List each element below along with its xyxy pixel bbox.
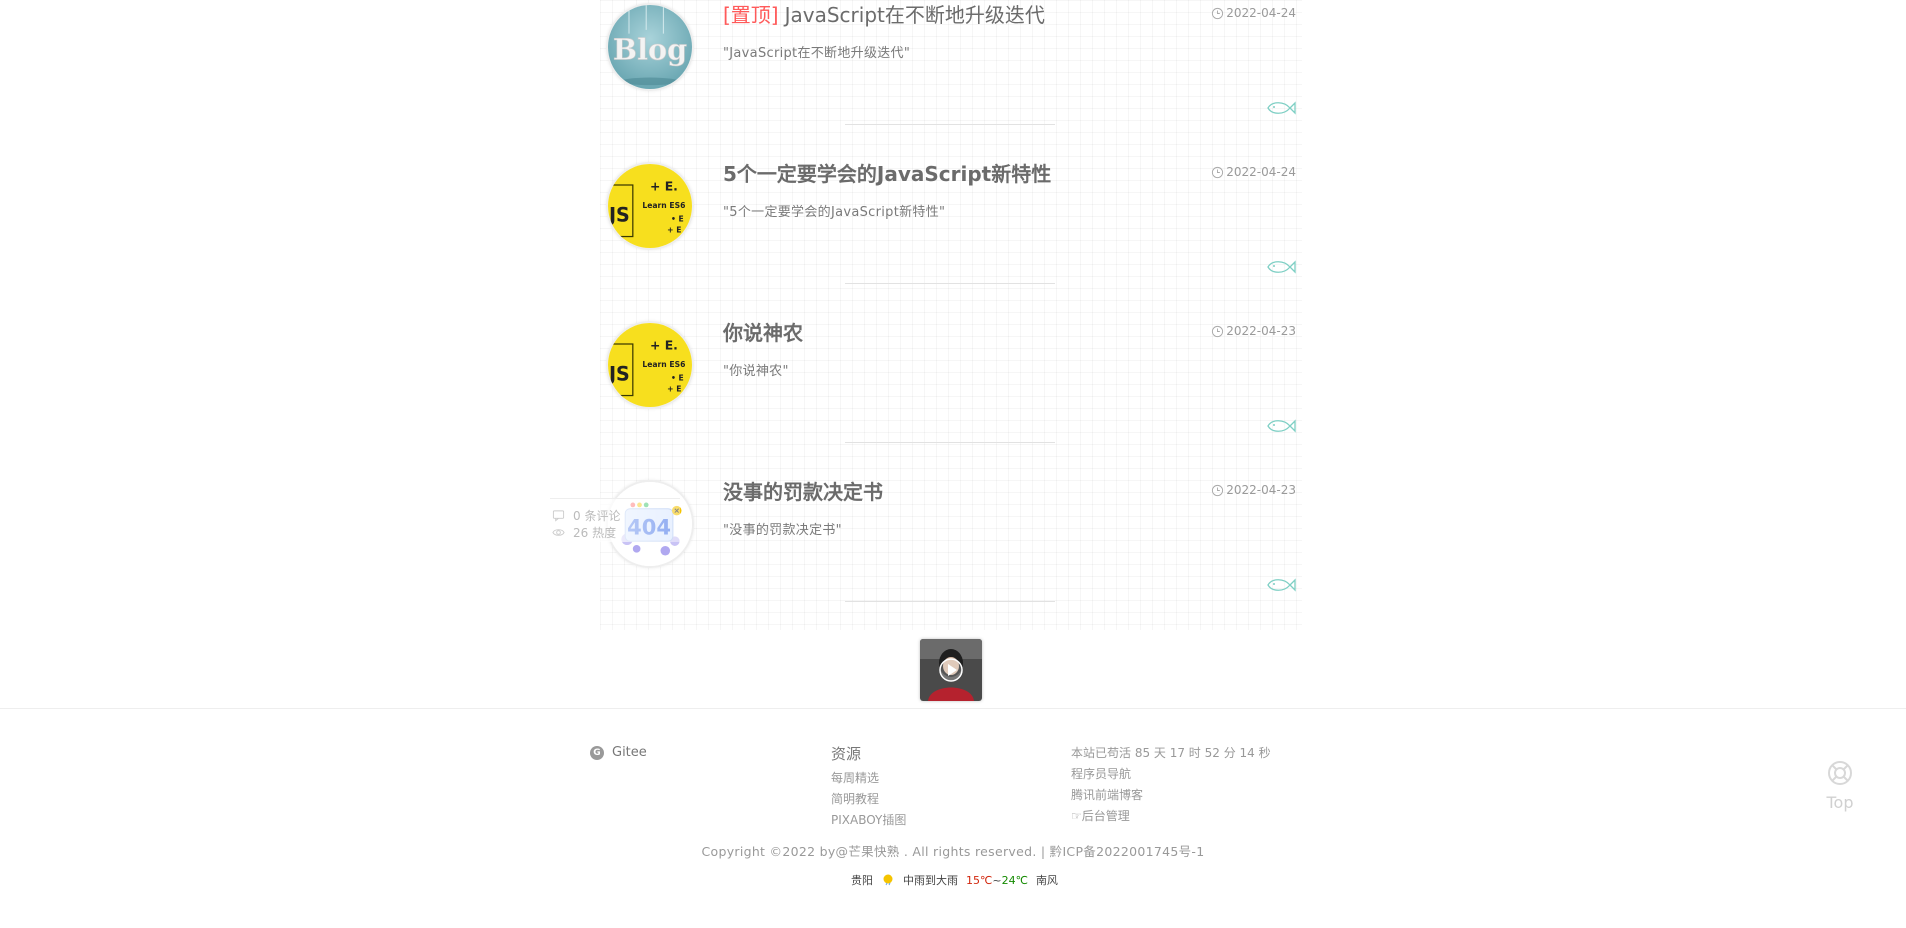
article-date-text: 2022-04-24 [1226, 6, 1296, 20]
article-divider [845, 442, 1055, 443]
gitee-link[interactable]: G Gitee [590, 745, 647, 760]
back-to-top-label: Top [1826, 793, 1854, 812]
article-item[interactable]: 404 没事的罚款决定书 2022-04-23 "没事的罚款决定书" [600, 477, 1302, 636]
article-excerpt: "JavaScript在不断地升级迭代" [723, 46, 911, 61]
eye-icon [552, 529, 565, 536]
lifebuoy-icon [1828, 761, 1852, 785]
fish-icon [1267, 419, 1296, 433]
resource-link-tutorial[interactable]: 简明教程 [831, 789, 906, 810]
svg-text:JS: JS [608, 203, 630, 226]
article-stats-overlay: 0 条评论 26 热度 [550, 498, 680, 542]
comment-count: 0 条评论 [552, 507, 680, 524]
article-title-text[interactable]: 你说神农 [723, 321, 803, 345]
footer-site-info: 本站已苟活 85 天 17 时 52 分 14 秒 程序员导航 腾讯前端博客 ☞… [1071, 743, 1271, 827]
article-list: Blog [置顶] JavaScript在不断地升级迭代 2022-04-24 "… [600, 0, 1302, 630]
footer-divider [0, 708, 1906, 709]
svg-text:+ E.: + E. [650, 179, 678, 194]
comment-count-text: 0 条评论 [573, 509, 621, 523]
article-excerpt: "5个一定要学会的JavaScript新特性" [723, 205, 946, 220]
comment-icon [552, 510, 565, 522]
gitee-icon: G [590, 745, 604, 760]
resource-link-pixaboy[interactable]: PIXABOY插图 [831, 810, 906, 831]
blog-icon[interactable]: Blog [606, 3, 694, 91]
back-to-top-button[interactable]: Top [1820, 759, 1860, 812]
weather-wind: 南风 [1035, 874, 1058, 887]
article-item[interactable]: JS + E. Learn ES6 • E + E 你说神农 2022-04-2… [600, 318, 1302, 477]
svg-text:Blog: Blog [613, 32, 687, 66]
resources-heading: 资源 [831, 745, 862, 763]
article-date-text: 2022-04-23 [1226, 324, 1296, 338]
article-excerpt: "没事的罚款决定书" [723, 523, 842, 538]
article-title[interactable]: 没事的罚款决定书 [723, 477, 883, 507]
site-uptime: 本站已苟活 85 天 17 时 52 分 14 秒 [1071, 746, 1271, 760]
view-count: 26 热度 [552, 524, 680, 541]
svg-text:JS: JS [608, 362, 630, 385]
gitee-label: Gitee [612, 745, 647, 760]
fish-icon [1267, 260, 1296, 274]
copyright: Copyright ©2022 by@芒果快熟 . All rights res… [701, 844, 1205, 859]
article-date: 2022-04-24 [1211, 165, 1296, 179]
svg-text:+ E: + E [667, 385, 681, 394]
pinned-badge: [置顶] [723, 3, 779, 27]
fish-icon [1267, 578, 1296, 592]
svg-text:+ E: + E [667, 226, 681, 235]
article-title-text[interactable]: 5个一定要学会的JavaScript新特性 [723, 162, 1051, 186]
weather-low: 15℃ [966, 873, 993, 887]
article-title-text[interactable]: 没事的罚款决定书 [723, 480, 883, 504]
article-title[interactable]: 5个一定要学会的JavaScript新特性 [723, 159, 1051, 189]
article-item[interactable]: JS + E. Learn ES6 • E + E 5个一定要学会的JavaSc… [600, 159, 1302, 318]
article-date: 2022-04-24 [1211, 6, 1296, 20]
footer-resources: 资源 每周精选 简明教程 PIXABOY插图 [831, 743, 906, 831]
svg-text:• E: • E [671, 373, 684, 382]
weather-temp: 15℃~24℃ [966, 874, 1028, 887]
fish-icon [1267, 101, 1296, 115]
article-title-text[interactable]: JavaScript在不断地升级迭代 [785, 3, 1045, 27]
svg-text:• E: • E [671, 214, 684, 223]
resource-link-weekly[interactable]: 每周精选 [831, 768, 906, 789]
video-player-thumb[interactable] [920, 639, 982, 701]
site-link-tencent-blog[interactable]: 腾讯前端博客 [1071, 785, 1271, 806]
site-link-admin[interactable]: ☞后台管理 [1071, 806, 1271, 827]
js-es6-icon[interactable]: JS + E. Learn ES6 • E + E [606, 162, 694, 250]
clock-icon [1212, 484, 1224, 496]
article-date-text: 2022-04-23 [1226, 483, 1296, 497]
article-excerpt: "你说神农" [723, 364, 789, 379]
article-item[interactable]: Blog [置顶] JavaScript在不断地升级迭代 2022-04-24 "… [600, 0, 1302, 159]
svg-text:Learn ES6: Learn ES6 [642, 360, 685, 369]
article-title[interactable]: 你说神农 [723, 318, 803, 348]
weather-widget[interactable]: 贵阳 中雨到大雨 15℃~24℃ 南风 [851, 872, 1058, 888]
article-date: 2022-04-23 [1211, 324, 1296, 338]
site-link-dev-nav[interactable]: 程序员导航 [1071, 764, 1271, 785]
clock-icon [1212, 166, 1224, 178]
clock-icon [1212, 325, 1224, 337]
js-es6-icon[interactable]: JS + E. Learn ES6 • E + E [606, 321, 694, 409]
view-count-text: 26 热度 [573, 526, 617, 540]
article-divider [845, 283, 1055, 284]
article-divider [845, 601, 1055, 602]
rain-icon [883, 874, 893, 886]
svg-text:+ E.: + E. [650, 338, 678, 353]
svg-text:Learn ES6: Learn ES6 [642, 201, 685, 210]
article-date-text: 2022-04-24 [1226, 165, 1296, 179]
clock-icon [1212, 7, 1224, 19]
article-divider [845, 124, 1055, 125]
weather-sep: ~ [992, 873, 1002, 887]
weather-high: 24℃ [1001, 873, 1028, 887]
weather-condition: 中雨到大雨 [903, 874, 958, 887]
article-date: 2022-04-23 [1211, 483, 1296, 497]
weather-city: 贵阳 [851, 874, 873, 887]
article-title[interactable]: [置顶] JavaScript在不断地升级迭代 [723, 0, 1045, 30]
